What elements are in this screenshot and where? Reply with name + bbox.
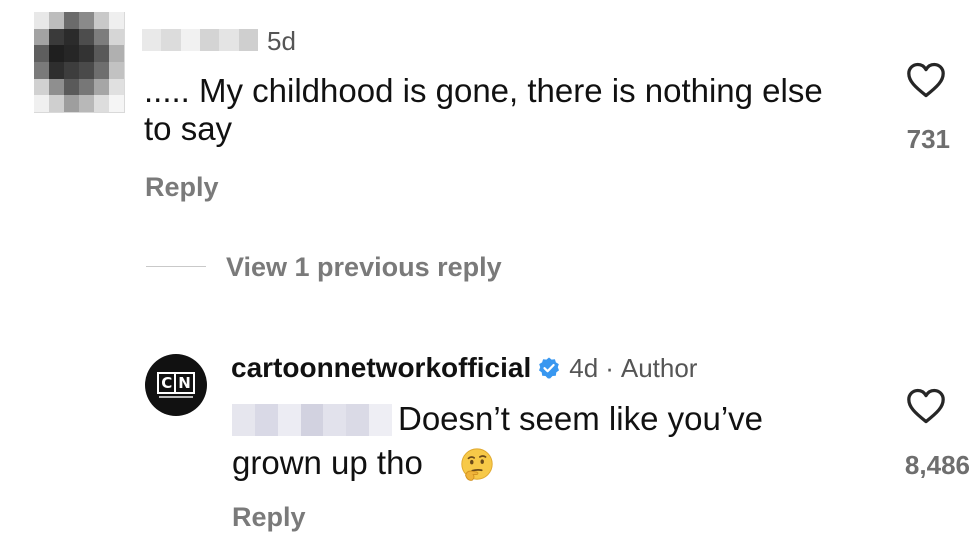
logo-subline <box>159 396 193 398</box>
meta-separator: · <box>605 352 614 383</box>
username-blurred[interactable] <box>142 29 258 51</box>
username[interactable]: cartoonnetworkofficial <box>231 352 531 384</box>
comment-text-line-2: grown up tho <box>232 444 423 481</box>
mention-blurred[interactable] <box>232 404 393 436</box>
reply-button[interactable]: Reply <box>145 172 219 203</box>
cartoon-network-logo: CN <box>157 372 195 394</box>
avatar[interactable]: CN <box>145 354 207 416</box>
thread-divider-line <box>146 266 206 267</box>
comment-text-line-1: Doesn’t seem like you’ve <box>398 400 763 437</box>
like-count: 8,486 <box>904 450 970 480</box>
comment-header: cartoonnetworkofficial 4d · Author <box>231 352 697 384</box>
comment-timestamp: 5d <box>267 26 296 56</box>
like-count: 731 <box>906 124 950 154</box>
heart-icon[interactable] <box>906 62 946 98</box>
view-previous-replies-button[interactable]: View 1 previous reply <box>226 252 502 283</box>
heart-icon[interactable] <box>906 388 946 424</box>
comment-text: ..... My childhood is gone, there is not… <box>144 72 823 147</box>
comment-timestamp: 4d <box>569 352 599 383</box>
author-label: Author <box>620 352 698 383</box>
thinking-face-emoji-icon <box>461 448 493 481</box>
avatar-blurred[interactable] <box>34 12 125 113</box>
verified-badge-icon <box>539 357 560 379</box>
reply-button[interactable]: Reply <box>232 502 306 533</box>
